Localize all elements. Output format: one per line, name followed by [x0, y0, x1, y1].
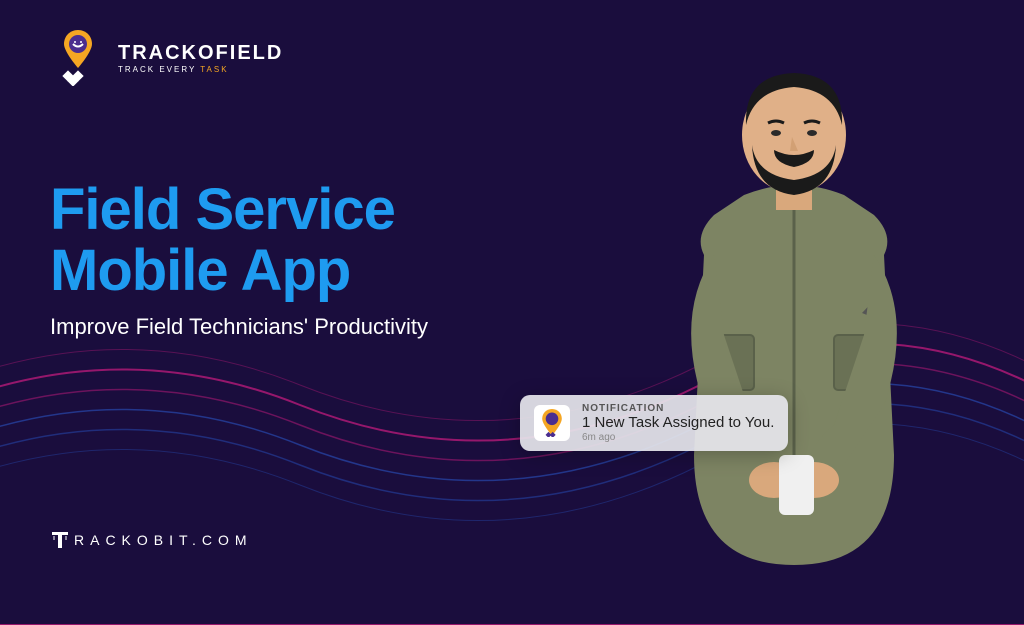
footer-brand-text: RACKOBIT.COM	[74, 532, 253, 548]
trackobit-t-icon	[50, 530, 70, 550]
logo-tagline: TRACK EVERY TASK	[118, 65, 283, 74]
diamond-icon	[58, 66, 98, 86]
notification-label: NOTIFICATION	[582, 403, 774, 414]
logo-mark	[50, 30, 106, 86]
hero-subtitle: Improve Field Technicians' Productivity	[50, 314, 428, 340]
pin-icon	[62, 30, 94, 70]
notification-app-icon	[534, 405, 570, 441]
notification-body: 1 New Task Assigned to You.	[582, 414, 774, 431]
notification-time: 6m ago	[582, 432, 774, 443]
hero-title-line1: Field Service	[50, 180, 428, 241]
hero-title-line2: Mobile App	[50, 241, 428, 302]
technician-image	[604, 55, 984, 575]
brand-logo: TRACKOFIELD TRACK EVERY TASK	[50, 30, 283, 86]
footer-brand: RACKOBIT.COM	[50, 530, 253, 550]
notification-card[interactable]: NOTIFICATION 1 New Task Assigned to You.…	[520, 395, 788, 451]
logo-tagline-prefix: TRACK EVERY	[118, 65, 200, 74]
logo-title: TRACKOFIELD	[118, 42, 283, 65]
trackofield-pin-icon	[540, 409, 564, 437]
hero-title: Field Service Mobile App	[50, 180, 428, 302]
logo-tagline-highlight: TASK	[200, 65, 228, 74]
hero-section: Field Service Mobile App Improve Field T…	[50, 180, 428, 340]
